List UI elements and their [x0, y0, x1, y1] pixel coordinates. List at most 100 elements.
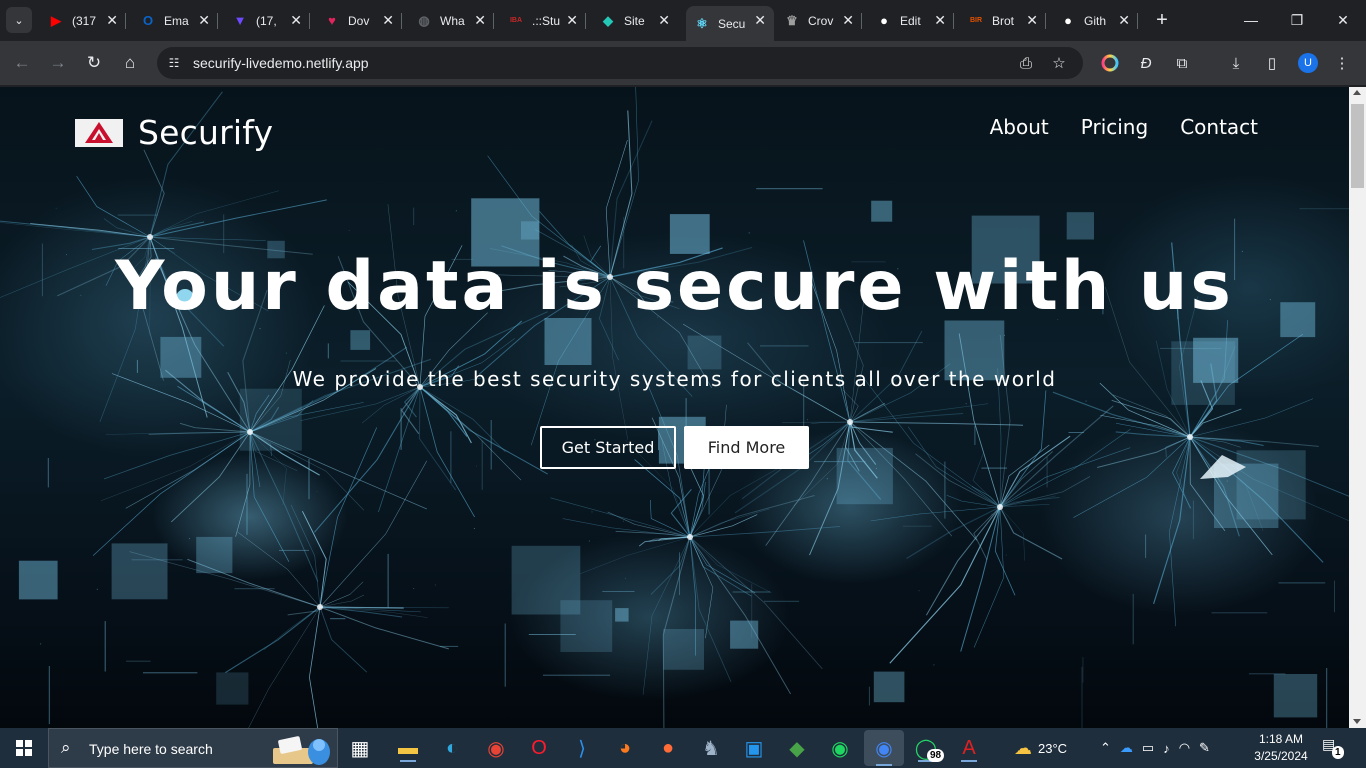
profile-avatar[interactable]: U	[1298, 53, 1318, 73]
scroll-down-arrow-icon[interactable]	[1353, 719, 1361, 724]
chrome-profile-icon[interactable]: ◉	[864, 730, 904, 766]
address-bar[interactable]: ☷ securify-livedemo.netlify.app ⎙ ☆	[157, 47, 1083, 79]
new-tab-button[interactable]: +	[1150, 8, 1174, 32]
browser-tab[interactable]: ♥ Dov ✕	[316, 6, 402, 35]
scroll-up-arrow-icon[interactable]	[1353, 90, 1361, 95]
close-tab-icon[interactable]: ✕	[1118, 12, 1130, 29]
network-line	[906, 506, 1001, 560]
wifi-icon[interactable]: ◠	[1179, 740, 1190, 756]
circuit-trace	[764, 600, 800, 602]
tray-overflow-chevron-icon[interactable]: ⌃	[1100, 740, 1111, 756]
close-tab-icon[interactable]: ✕	[290, 12, 302, 29]
circuit-trace	[327, 343, 329, 359]
get-started-button[interactable]: Get Started	[540, 426, 676, 469]
weather-widget[interactable]: ☁ 23°C	[1014, 728, 1067, 768]
iba-icon: IBA	[509, 17, 523, 24]
tab-search-button[interactable]: ⌄	[6, 7, 32, 33]
battery-icon[interactable]: ▭	[1142, 740, 1154, 756]
browser-tab[interactable]: BIR Brot ✕	[960, 6, 1046, 35]
browser-tab[interactable]: ◍ Wha ✕	[408, 6, 494, 35]
file-explorer-icon[interactable]: ▬	[394, 734, 422, 762]
spotify-icon[interactable]: ◉	[826, 734, 854, 762]
postman-icon[interactable]: ●	[654, 734, 682, 762]
volume-icon[interactable]: ♪	[1163, 741, 1170, 756]
brand[interactable]: Securify	[75, 113, 273, 152]
close-tab-icon[interactable]: ✕	[382, 12, 394, 29]
pen-icon[interactable]: ✎	[1199, 740, 1210, 756]
onedrive-icon[interactable]: ☁	[1120, 740, 1133, 756]
circuit-trace	[1068, 432, 1084, 433]
home-button[interactable]: ⌂	[117, 50, 143, 76]
downloads-icon[interactable]: ⤓	[1225, 52, 1247, 74]
close-tab-icon[interactable]: ✕	[842, 12, 854, 29]
browser-tab[interactable]: ▶ (317 ✕	[40, 6, 126, 35]
install-app-icon[interactable]: ⎙	[1017, 54, 1035, 72]
browser-tab[interactable]: ▼ (17, ✕	[224, 6, 310, 35]
browser-tab[interactable]: ◆ Site ✕	[592, 6, 678, 35]
start-button[interactable]	[0, 728, 48, 768]
scroll-thumb[interactable]	[1351, 104, 1364, 188]
pgadmin-icon[interactable]: ♞	[697, 734, 725, 762]
close-tab-icon[interactable]: ✕	[658, 12, 670, 29]
close-tab-icon[interactable]: ✕	[754, 12, 766, 29]
taskbar-search[interactable]: ⌕ Type here to search	[48, 728, 338, 768]
circuit-trace	[902, 525, 932, 527]
circuit-trace	[1334, 580, 1335, 613]
network-node	[847, 419, 853, 425]
docker-icon[interactable]: ▣	[740, 734, 768, 762]
circuit-trace	[974, 425, 976, 445]
edge-icon[interactable]: ◐	[438, 734, 466, 762]
close-tab-icon[interactable]: ✕	[1026, 12, 1038, 29]
minimize-button[interactable]: —	[1228, 0, 1274, 40]
extensions-puzzle-icon[interactable]: ⧉	[1171, 52, 1193, 74]
close-tab-icon[interactable]: ✕	[566, 12, 578, 29]
url-text[interactable]: securify-livedemo.netlify.app	[193, 55, 369, 71]
acrobat-icon[interactable]: A	[955, 734, 983, 762]
reload-button[interactable]: ↻	[81, 50, 107, 76]
side-panel-icon[interactable]: ▯	[1261, 52, 1283, 74]
browser-tab[interactable]: ♛ Crov ✕	[776, 6, 862, 35]
browser-tab[interactable]: ● Gith ✕	[1052, 6, 1138, 35]
restore-button[interactable]: ❐	[1274, 0, 1320, 40]
close-tab-icon[interactable]: ✕	[198, 12, 210, 29]
taskbar-clock[interactable]: 1:18 AM 3/25/2024	[1250, 731, 1312, 765]
circuit-trace	[679, 552, 680, 596]
nav-pricing[interactable]: Pricing	[1081, 115, 1148, 139]
forward-button[interactable]: →	[45, 50, 71, 76]
back-button[interactable]: ←	[9, 50, 35, 76]
mongodb-icon[interactable]: ◆	[783, 734, 811, 762]
network-line	[319, 460, 428, 608]
browser-tab[interactable]: IBA .::Stu ✕	[500, 6, 586, 35]
chrome-icon[interactable]: ◉	[482, 734, 510, 762]
task-view-icon[interactable]: ▦	[346, 734, 374, 762]
site-info-icon[interactable]: ☷	[166, 55, 182, 71]
firefox-icon[interactable]: ◕	[611, 734, 639, 762]
color-extension-icon[interactable]	[1099, 52, 1121, 74]
close-tab-icon[interactable]: ✕	[106, 12, 118, 29]
notification-center-icon[interactable]: ▤ 1	[1322, 736, 1346, 760]
vscode-icon[interactable]: ⟩	[568, 734, 596, 762]
close-tab-icon[interactable]: ✕	[934, 12, 946, 29]
extension-d-icon[interactable]: Ɖ	[1135, 52, 1157, 74]
browser-tab[interactable]: O Ema ✕	[132, 6, 218, 35]
circuit-trace	[473, 528, 475, 529]
page-scrollbar[interactable]	[1349, 87, 1366, 728]
close-tab-icon[interactable]: ✕	[474, 12, 486, 29]
find-more-button[interactable]: Find More	[684, 426, 809, 469]
menu-kebab-icon[interactable]: ⋮	[1331, 52, 1353, 74]
nav-about[interactable]: About	[990, 115, 1049, 139]
circuit-trace	[1278, 582, 1326, 584]
nav-contact[interactable]: Contact	[1180, 115, 1258, 139]
close-window-button[interactable]: ✕	[1320, 0, 1366, 40]
browser-tab[interactable]: ⚛ Secu ✕	[686, 6, 774, 41]
circuit-trace	[622, 520, 624, 522]
circuit-trace	[1145, 534, 1147, 558]
network-line	[171, 431, 251, 523]
circuit-trace	[602, 591, 635, 592]
bookmark-star-icon[interactable]: ☆	[1050, 54, 1068, 72]
network-line	[925, 506, 1001, 616]
browser-tab[interactable]: ● Edit ✕	[868, 6, 954, 35]
circuit-trace	[730, 620, 759, 649]
opera-icon[interactable]: O	[525, 734, 553, 762]
circuit-trace	[1248, 673, 1286, 675]
